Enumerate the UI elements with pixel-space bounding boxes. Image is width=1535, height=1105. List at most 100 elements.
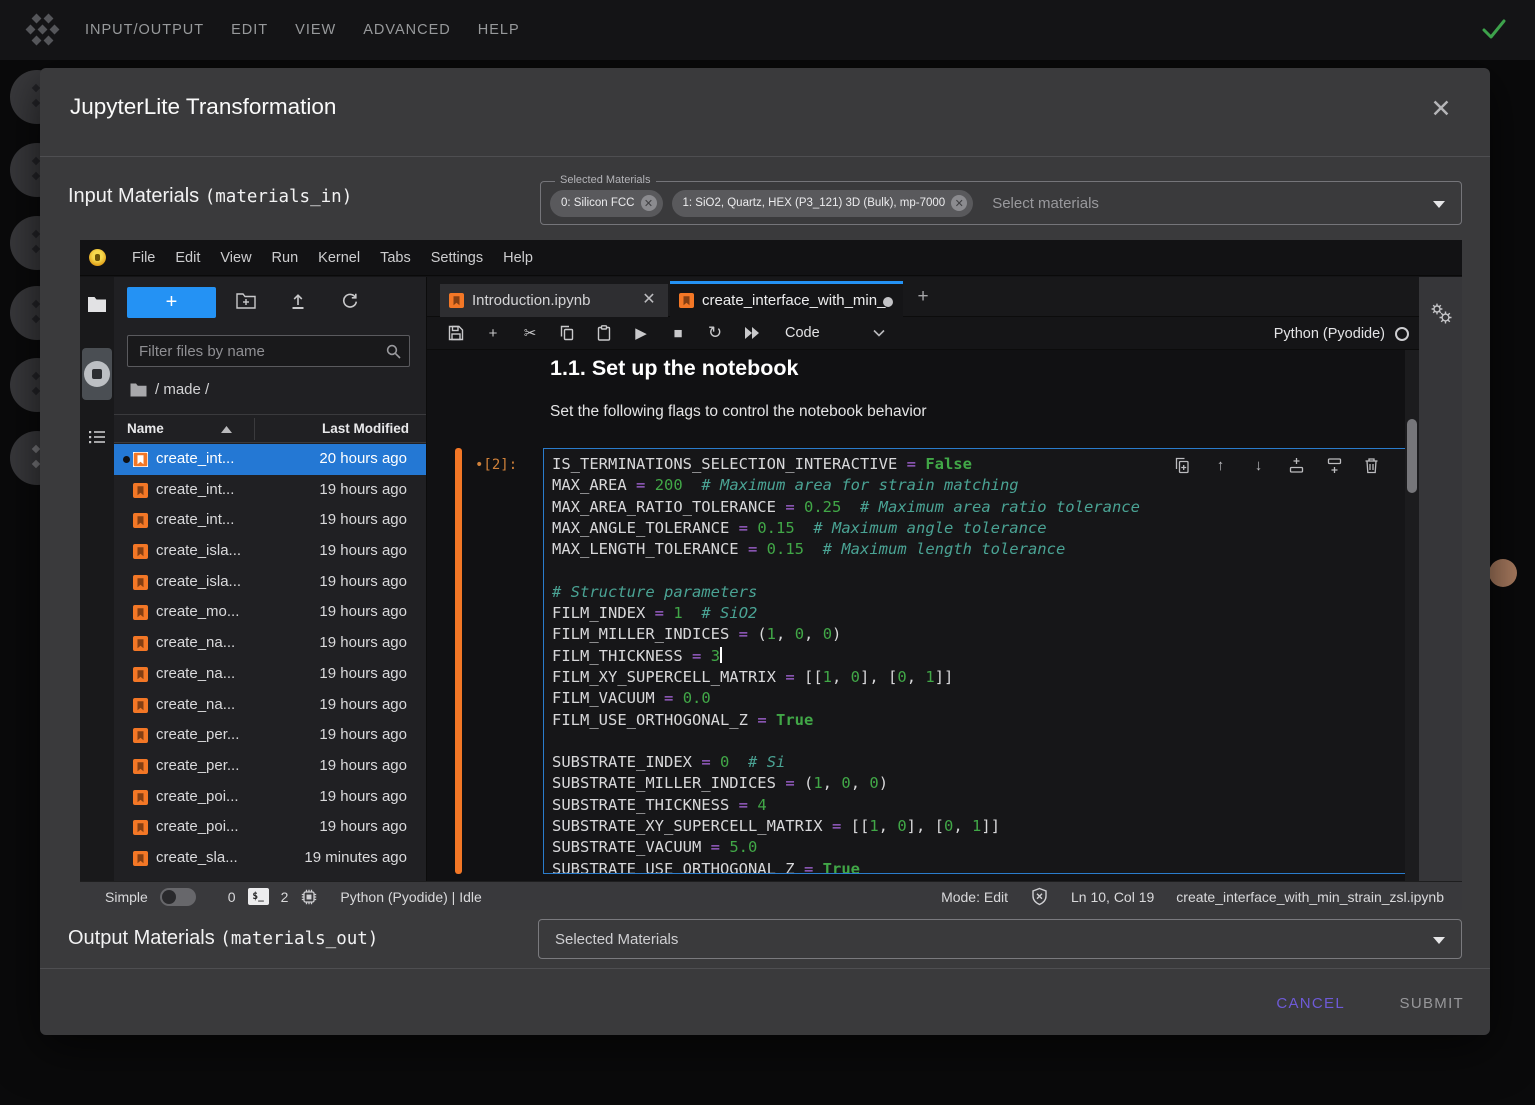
selected-materials-field[interactable]: Selected Materials 0: Silicon FCC✕1: SiO… bbox=[540, 181, 1462, 225]
upload-icon[interactable] bbox=[289, 292, 307, 310]
kernel-status[interactable]: Python (Pyodide) | Idle bbox=[340, 889, 481, 905]
notebook-scrollbar[interactable] bbox=[1405, 350, 1419, 881]
file-row[interactable]: create_sla...19 minutes ago bbox=[114, 843, 426, 874]
output-materials-select[interactable]: Selected Materials bbox=[538, 919, 1462, 959]
file-row[interactable]: create_int...20 hours ago bbox=[114, 444, 426, 475]
restart-run-all-icon[interactable] bbox=[741, 322, 763, 344]
file-row[interactable]: create_na...19 hours ago bbox=[114, 690, 426, 721]
chip-delete-icon[interactable]: ✕ bbox=[951, 195, 967, 211]
check-icon[interactable] bbox=[1481, 17, 1507, 41]
column-name[interactable]: Name bbox=[127, 421, 164, 436]
app-menu-item-input-output[interactable]: INPUT/OUTPUT bbox=[85, 22, 204, 38]
file-browser-icon[interactable] bbox=[87, 296, 107, 313]
file-row[interactable]: create_poi...19 hours ago bbox=[114, 812, 426, 843]
breadcrumb[interactable]: / made / bbox=[130, 381, 209, 398]
select-materials-placeholder[interactable]: Select materials bbox=[992, 195, 1099, 212]
stop-icon[interactable]: ■ bbox=[667, 322, 689, 344]
new-launcher-button[interactable]: + bbox=[127, 287, 216, 318]
chevron-down-icon bbox=[1433, 937, 1445, 944]
kernel-name[interactable]: Python (Pyodide) bbox=[1274, 326, 1385, 342]
tab-create-interface[interactable]: create_interface_with_min_ bbox=[670, 281, 903, 317]
simple-mode-toggle[interactable] bbox=[160, 888, 196, 906]
insert-cell-below-icon[interactable] bbox=[1326, 457, 1343, 474]
jupyter-menu-edit[interactable]: Edit bbox=[165, 250, 210, 266]
chip-delete-icon[interactable]: ✕ bbox=[641, 195, 657, 211]
tab-introduction[interactable]: Introduction.ipynb ✕ bbox=[440, 284, 668, 317]
file-row[interactable]: create_na...19 hours ago bbox=[114, 628, 426, 659]
table-of-contents-icon[interactable] bbox=[88, 429, 106, 445]
status-left: Simple 0 $_ 2 Python (Pyodide) | Idle bbox=[105, 882, 482, 911]
code-line: FILM_THICKNESS = 3 bbox=[552, 646, 1405, 667]
material-chip[interactable]: 1: SiO2, Quartz, HEX (P3_121) 3D (Bulk),… bbox=[672, 190, 974, 217]
file-row[interactable]: create_isla...19 hours ago bbox=[114, 536, 426, 567]
terminal-icon[interactable]: $_ bbox=[248, 888, 269, 905]
running-sessions-tab[interactable] bbox=[82, 348, 112, 400]
jupyter-menu-settings[interactable]: Settings bbox=[421, 250, 493, 266]
file-name: create_na... bbox=[156, 696, 235, 713]
app-menu-item-edit[interactable]: EDIT bbox=[231, 22, 268, 38]
notebook-icon bbox=[133, 728, 148, 743]
app-menu-item-advanced[interactable]: ADVANCED bbox=[363, 22, 451, 38]
move-cell-up-icon[interactable]: ↑ bbox=[1212, 457, 1229, 474]
notebook-icon bbox=[133, 605, 148, 620]
new-folder-icon[interactable] bbox=[236, 292, 256, 309]
file-row[interactable]: create_int...19 hours ago bbox=[114, 505, 426, 536]
file-row[interactable]: create_na...19 hours ago bbox=[114, 659, 426, 690]
app-menu-item-view[interactable]: VIEW bbox=[295, 22, 336, 38]
file-row[interactable]: create_poi...19 hours ago bbox=[114, 782, 426, 813]
delete-cell-icon[interactable] bbox=[1364, 457, 1381, 474]
breadcrumb-path: / made / bbox=[155, 381, 209, 398]
new-tab-button[interactable]: + bbox=[910, 286, 936, 310]
material-chip[interactable]: 0: Silicon FCC ✕ bbox=[550, 190, 663, 217]
jupyter-menu-file[interactable]: File bbox=[122, 250, 165, 266]
file-row[interactable]: create_per...19 hours ago bbox=[114, 720, 426, 751]
cursor-position[interactable]: Ln 10, Col 19 bbox=[1071, 889, 1154, 905]
code-editor[interactable]: IS_TERMINATIONS_SELECTION_INTERACTIVE = … bbox=[543, 448, 1405, 874]
chevron-down-icon[interactable] bbox=[873, 329, 885, 337]
insert-cell-above-icon[interactable] bbox=[1288, 457, 1305, 474]
right-side-panel bbox=[1419, 277, 1462, 881]
refresh-icon[interactable] bbox=[341, 292, 359, 310]
jupyter-menu-help[interactable]: Help bbox=[493, 250, 543, 266]
chip-label: 0: Silicon FCC bbox=[561, 197, 635, 209]
copy-icon[interactable] bbox=[556, 322, 578, 344]
kernels-count[interactable]: 2 bbox=[281, 889, 289, 905]
app-menu-item-help[interactable]: HELP bbox=[478, 22, 520, 38]
kernel-cpu-icon[interactable] bbox=[300, 888, 318, 906]
cancel-button[interactable]: CANCEL bbox=[1276, 990, 1345, 1016]
jupyter-menu-tabs[interactable]: Tabs bbox=[370, 250, 421, 266]
insert-cell-icon[interactable]: + bbox=[482, 322, 504, 344]
close-tab-icon[interactable]: ✕ bbox=[639, 290, 659, 310]
cell-collapse-bar[interactable] bbox=[455, 448, 462, 874]
file-name: create_poi... bbox=[156, 818, 239, 835]
column-last-modified[interactable]: Last Modified bbox=[322, 421, 409, 436]
notebook-icon bbox=[133, 667, 148, 682]
cell-type-select[interactable]: Code bbox=[785, 325, 820, 341]
restart-kernel-icon[interactable]: ↻ bbox=[704, 322, 726, 344]
file-row[interactable]: create_int...19 hours ago bbox=[114, 475, 426, 506]
scrollbar-thumb[interactable] bbox=[1407, 419, 1417, 493]
move-cell-down-icon[interactable]: ↓ bbox=[1250, 457, 1267, 474]
chevron-down-icon[interactable] bbox=[1433, 201, 1445, 208]
terminals-count[interactable]: 0 bbox=[228, 889, 236, 905]
jupyter-menu-view[interactable]: View bbox=[210, 250, 261, 266]
jupyter-menu-kernel[interactable]: Kernel bbox=[308, 250, 370, 266]
file-row[interactable]: create_mo...19 hours ago bbox=[114, 597, 426, 628]
property-inspector-icon[interactable] bbox=[1429, 301, 1453, 325]
header-divider bbox=[40, 156, 1490, 157]
code-line bbox=[552, 560, 1405, 581]
kernel-idle-icon[interactable] bbox=[1395, 327, 1409, 341]
run-icon[interactable]: ▶ bbox=[630, 322, 652, 344]
paste-icon[interactable] bbox=[593, 322, 615, 344]
filter-files-input[interactable] bbox=[128, 336, 409, 366]
submit-button[interactable]: SUBMIT bbox=[1400, 990, 1464, 1016]
app-logo-icon[interactable] bbox=[24, 14, 56, 46]
file-row[interactable]: create_per...19 hours ago bbox=[114, 751, 426, 782]
file-row[interactable]: create_isla...19 hours ago bbox=[114, 567, 426, 598]
jupyter-menu-run[interactable]: Run bbox=[262, 250, 309, 266]
not-trusted-shield-icon[interactable] bbox=[1030, 887, 1049, 906]
save-icon[interactable] bbox=[445, 322, 467, 344]
close-icon[interactable]: ✕ bbox=[1428, 96, 1454, 122]
cut-icon[interactable]: ✂ bbox=[519, 322, 541, 344]
duplicate-cell-icon[interactable] bbox=[1174, 457, 1191, 474]
